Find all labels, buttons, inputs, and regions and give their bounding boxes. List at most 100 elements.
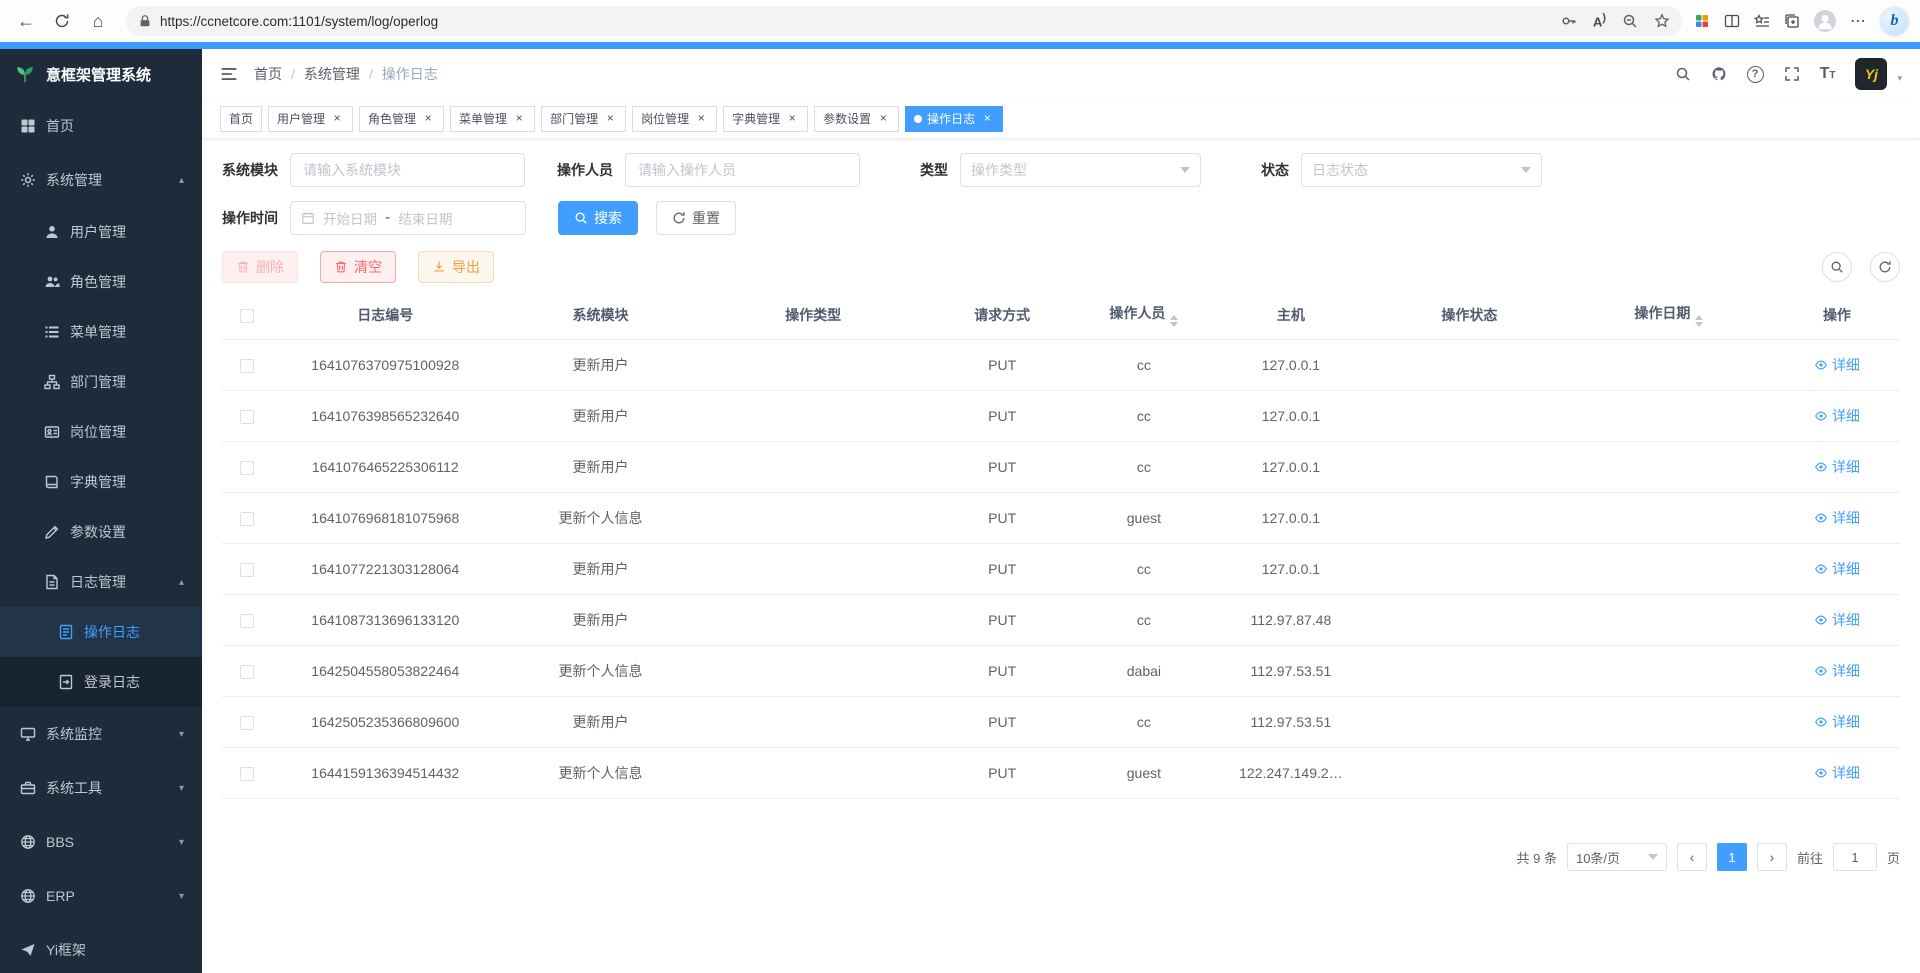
user-avatar[interactable]: Yj <box>1855 58 1887 90</box>
breadcrumb-system[interactable]: 系统管理 <box>304 64 360 84</box>
zoom-out-icon[interactable] <box>1622 13 1638 29</box>
sidebar-item-operlog[interactable]: 操作日志 <box>0 607 202 657</box>
detail-link[interactable]: 详细 <box>1814 712 1860 732</box>
tab-close-icon[interactable]: × <box>512 112 526 126</box>
row-checkbox[interactable] <box>240 716 254 730</box>
row-checkbox[interactable] <box>240 410 254 424</box>
trash-icon <box>334 260 348 274</box>
sidebar-item-monitor[interactable]: 系统监控 ▾ <box>0 707 202 761</box>
browser-refresh-icon[interactable] <box>46 5 78 37</box>
browser-profile-avatar[interactable] <box>1814 10 1836 32</box>
page-size-select[interactable]: 10条/页 <box>1567 843 1667 871</box>
tab-home[interactable]: 首页 <box>220 106 262 132</box>
sidebar-item-param-settings[interactable]: 参数设置 <box>0 507 202 557</box>
extension-icon[interactable] <box>1694 13 1710 29</box>
tab-dept-mgmt[interactable]: 部门管理× <box>541 106 626 132</box>
tab-close-icon[interactable]: × <box>421 112 435 126</box>
module-input[interactable] <box>290 153 525 187</box>
sort-icons[interactable] <box>1695 315 1703 327</box>
date-range-picker[interactable]: 开始日期 - 结束日期 <box>290 201 526 235</box>
page-number-1[interactable]: 1 <box>1717 843 1747 871</box>
sidebar-item-log-mgmt[interactable]: 日志管理 ▴ <box>0 557 202 607</box>
refresh-table-button[interactable] <box>1870 252 1900 282</box>
search-icon[interactable] <box>1675 66 1691 82</box>
password-key-icon[interactable] <box>1561 13 1577 29</box>
breadcrumb-home[interactable]: 首页 <box>254 64 282 84</box>
column-header-operator[interactable]: 操作人员 <box>1081 291 1207 340</box>
type-select[interactable]: 操作类型 <box>960 153 1201 187</box>
back-icon[interactable]: ← <box>10 5 42 37</box>
detail-link[interactable]: 详细 <box>1814 559 1860 579</box>
row-checkbox[interactable] <box>240 614 254 628</box>
tab-close-icon[interactable]: × <box>876 112 890 126</box>
delete-button[interactable]: 删除 <box>222 251 298 283</box>
github-icon[interactable] <box>1711 66 1727 82</box>
row-checkbox[interactable] <box>240 563 254 577</box>
sidebar-item-dict-mgmt[interactable]: 字典管理 <box>0 457 202 507</box>
row-checkbox[interactable] <box>240 665 254 679</box>
sidebar-item-erp[interactable]: ERP ▾ <box>0 869 202 923</box>
next-page-button[interactable]: › <box>1757 843 1787 871</box>
sidebar-item-loginlog[interactable]: 登录日志 <box>0 657 202 707</box>
tab-operlog[interactable]: 操作日志× <box>905 106 1003 132</box>
home-icon[interactable]: ⌂ <box>82 5 114 37</box>
sidebar-item-home[interactable]: 首页 <box>0 99 202 153</box>
select-all-checkbox[interactable] <box>240 309 254 323</box>
sidebar-item-dept-mgmt[interactable]: 部门管理 <box>0 357 202 407</box>
read-aloud-icon[interactable]: A) <box>1593 12 1606 29</box>
sidebar-item-system[interactable]: 系统管理 ▴ <box>0 153 202 207</box>
reset-button[interactable]: 重置 <box>656 201 736 235</box>
sidebar-item-post-mgmt[interactable]: 岗位管理 <box>0 407 202 457</box>
split-screen-icon[interactable] <box>1724 13 1740 29</box>
sidebar-item-tools[interactable]: 系统工具 ▾ <box>0 761 202 815</box>
clear-button[interactable]: 清空 <box>320 251 396 283</box>
detail-link[interactable]: 详细 <box>1814 610 1860 630</box>
favorites-bar-icon[interactable] <box>1754 13 1770 29</box>
address-bar[interactable]: https://ccnetcore.com:1101/system/log/op… <box>126 6 1682 36</box>
tab-post-mgmt[interactable]: 岗位管理× <box>632 106 717 132</box>
row-checkbox[interactable] <box>240 359 254 373</box>
toggle-search-button[interactable] <box>1822 252 1852 282</box>
status-select[interactable]: 日志状态 <box>1301 153 1542 187</box>
favorites-add-icon[interactable] <box>1654 13 1670 29</box>
detail-link[interactable]: 详细 <box>1814 508 1860 528</box>
operator-input[interactable] <box>625 153 860 187</box>
detail-link[interactable]: 详细 <box>1814 457 1860 477</box>
font-size-icon[interactable]: TT <box>1820 65 1836 83</box>
sidebar-item-role-mgmt[interactable]: 角色管理 <box>0 257 202 307</box>
collections-icon[interactable] <box>1784 13 1800 29</box>
sort-icons[interactable] <box>1170 315 1178 327</box>
tab-close-icon[interactable]: × <box>785 112 799 126</box>
search-button[interactable]: 搜索 <box>558 201 638 235</box>
tab-role-mgmt[interactable]: 角色管理× <box>359 106 444 132</box>
tab-close-icon[interactable]: × <box>330 112 344 126</box>
help-icon[interactable]: ? <box>1747 66 1764 83</box>
fullscreen-icon[interactable] <box>1784 66 1800 82</box>
row-checkbox[interactable] <box>240 512 254 526</box>
prev-page-button[interactable]: ‹ <box>1677 843 1707 871</box>
copilot-icon[interactable]: b <box>1881 8 1908 35</box>
sidebar-toggle[interactable] <box>220 65 238 83</box>
detail-link[interactable]: 详细 <box>1814 406 1860 426</box>
tab-menu-mgmt[interactable]: 菜单管理× <box>450 106 535 132</box>
tab-close-icon[interactable]: × <box>694 112 708 126</box>
tab-user-mgmt[interactable]: 用户管理× <box>268 106 353 132</box>
tab-param-settings[interactable]: 参数设置× <box>814 106 899 132</box>
column-header-date[interactable]: 操作日期 <box>1564 291 1774 340</box>
sidebar-item-yi-framework[interactable]: Yi框架 <box>0 923 202 973</box>
row-checkbox[interactable] <box>240 767 254 781</box>
sidebar-item-bbs[interactable]: BBS ▾ <box>0 815 202 869</box>
tab-close-icon[interactable]: × <box>980 112 994 126</box>
goto-page-input[interactable] <box>1833 843 1877 871</box>
sidebar-item-user-mgmt[interactable]: 用户管理 <box>0 207 202 257</box>
detail-link[interactable]: 详细 <box>1814 661 1860 681</box>
sidebar-item-menu-mgmt[interactable]: 菜单管理 <box>0 307 202 357</box>
tab-dict-mgmt[interactable]: 字典管理× <box>723 106 808 132</box>
chevron-down-icon[interactable]: ▾ <box>1897 73 1902 90</box>
browser-menu-icon[interactable]: ⋯ <box>1850 11 1867 31</box>
row-checkbox[interactable] <box>240 461 254 475</box>
detail-link[interactable]: 详细 <box>1814 763 1860 783</box>
tab-close-icon[interactable]: × <box>603 112 617 126</box>
detail-link[interactable]: 详细 <box>1814 355 1860 375</box>
export-button[interactable]: 导出 <box>418 251 494 283</box>
